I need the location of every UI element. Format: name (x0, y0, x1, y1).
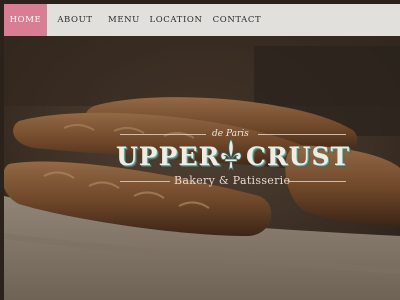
logo-word-crust: CRUST (246, 142, 351, 171)
bakery-logo: de Paris UPPER CRUST Bakery & Patisserie (116, 129, 350, 189)
logo-rule-bottom-left (120, 181, 170, 182)
browser-viewport: HOME ABOUT MENU LOCATION CONTACT de Pari… (4, 4, 400, 300)
logo-subtitle: Bakery & Patisserie (174, 174, 291, 187)
hero-banner: de Paris UPPER CRUST Bakery & Patisserie (4, 36, 400, 300)
main-navigation: HOME ABOUT MENU LOCATION CONTACT (4, 4, 400, 36)
nav-home[interactable]: HOME (4, 4, 47, 36)
fleur-de-lis-icon (220, 138, 242, 172)
nav-about[interactable]: ABOUT (47, 4, 103, 36)
logo-rule-bottom-right (288, 181, 346, 182)
logo-rule-top-left (120, 134, 206, 135)
nav-contact[interactable]: CONTACT (207, 4, 267, 36)
logo-rule-top-right (258, 134, 346, 135)
nav-location[interactable]: LOCATION (145, 4, 207, 36)
logo-word-upper: UPPER (116, 142, 221, 171)
nav-menu[interactable]: MENU (103, 4, 145, 36)
